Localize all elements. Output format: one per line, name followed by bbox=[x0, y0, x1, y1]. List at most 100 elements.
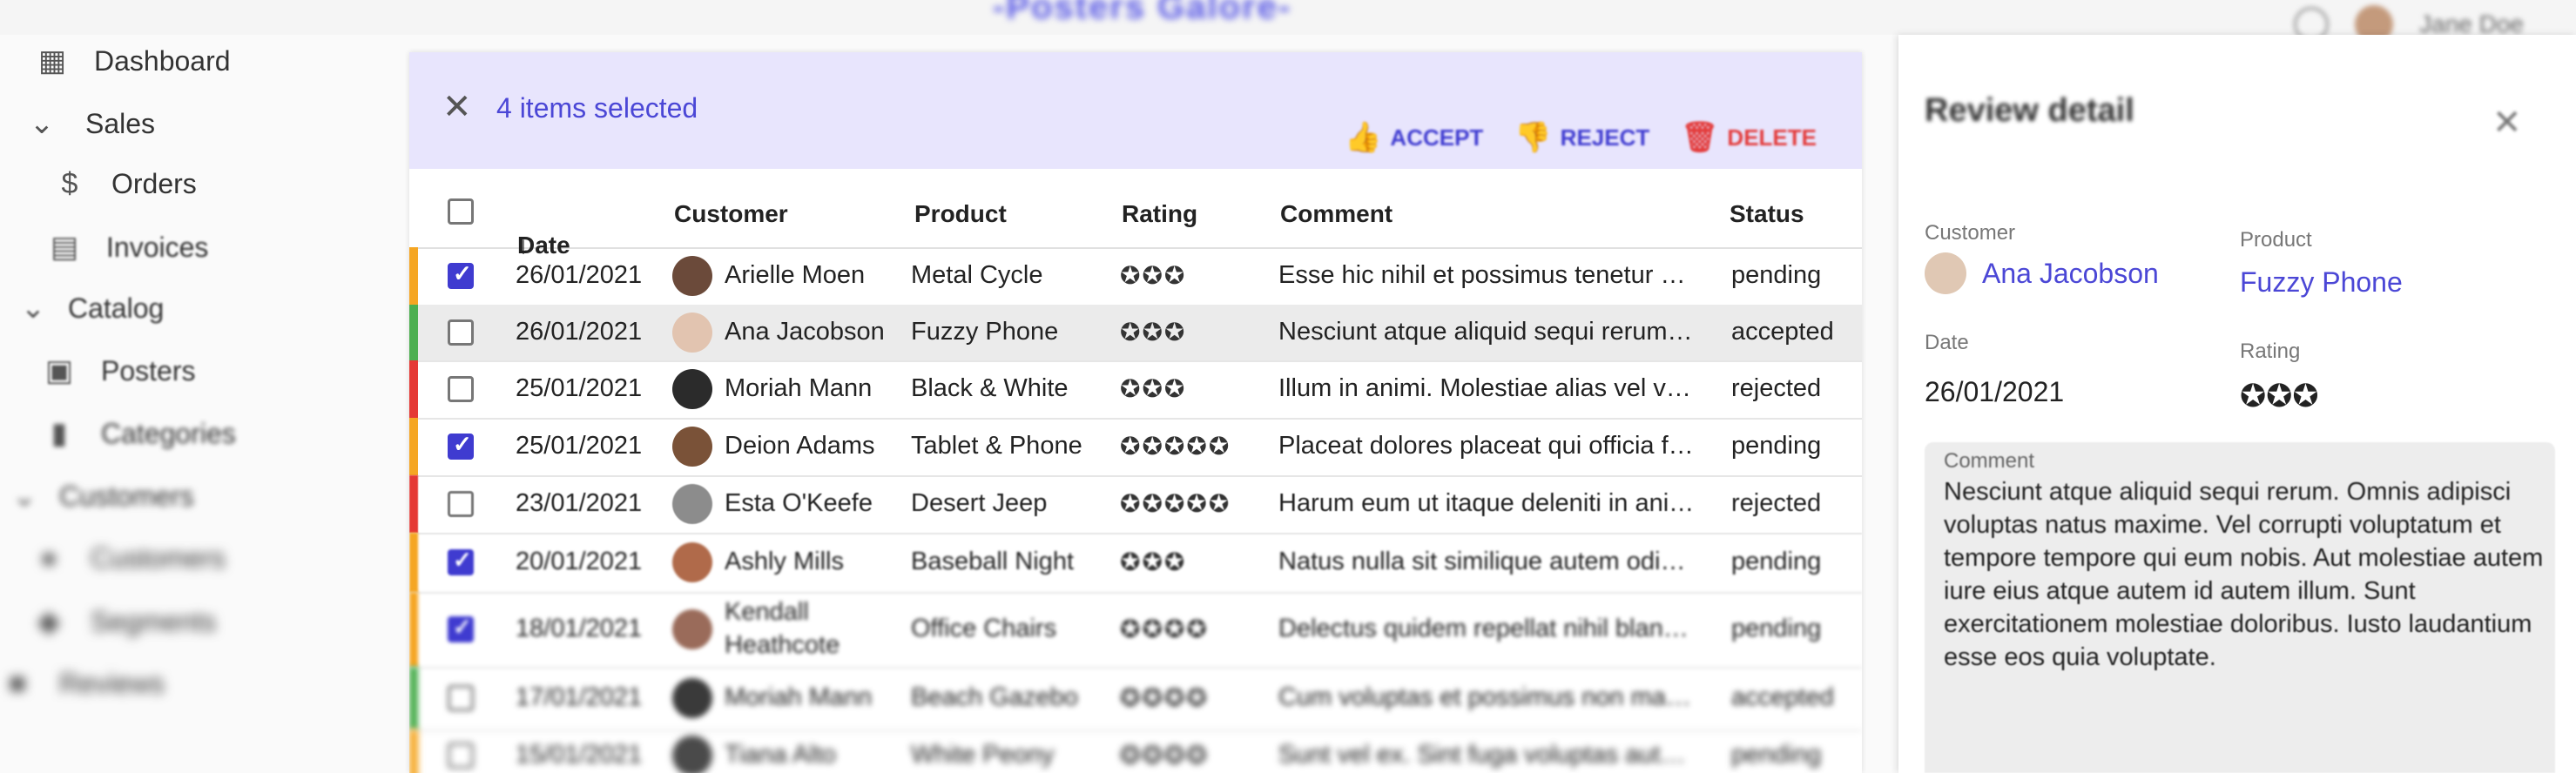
rating-stars: ✪✪✪✪✪ bbox=[1120, 490, 1231, 517]
customer-link[interactable]: Moriah Mann bbox=[725, 683, 872, 712]
customer-link[interactable]: Ana Jacobson bbox=[725, 318, 885, 346]
customer-link[interactable]: Moriah Mann bbox=[725, 374, 872, 403]
select-all-checkbox[interactable] bbox=[448, 198, 474, 225]
sidebar-item-label: Catalog bbox=[68, 292, 165, 324]
rating-stars: ✪✪✪✪ bbox=[1120, 615, 1209, 642]
sidebar-item-customers-group[interactable]: ⌄ Customers bbox=[7, 479, 194, 514]
product-link[interactable]: Fuzzy Phone bbox=[2240, 266, 2403, 299]
status-cell: pending bbox=[1731, 741, 1822, 769]
row-checkbox[interactable] bbox=[448, 491, 474, 517]
sidebar-item-orders[interactable]: $ Orders bbox=[52, 167, 197, 201]
row-checkbox[interactable] bbox=[448, 743, 474, 769]
invoices-icon: ▤ bbox=[50, 231, 79, 264]
row-checkbox[interactable] bbox=[448, 685, 474, 711]
close-icon[interactable]: ✕ bbox=[442, 87, 472, 127]
date-cell: 26/01/2021 bbox=[516, 261, 643, 289]
product-cell: Metal Cycle bbox=[911, 261, 1043, 289]
date-cell: 18/01/2021 bbox=[516, 615, 643, 642]
customer-avatar bbox=[672, 427, 712, 467]
trash-icon: 🗑 bbox=[1681, 121, 1719, 154]
row-checkbox[interactable] bbox=[448, 547, 474, 575]
close-icon[interactable]: ✕ bbox=[2492, 103, 2522, 143]
comment-field[interactable]: Comment Nesciunt atque aliquid sequi rer… bbox=[1925, 442, 2555, 773]
sidebar-item-label: Reviews bbox=[59, 668, 165, 699]
rating-stars: ✪✪✪✪✪ bbox=[1120, 433, 1231, 460]
comment-text: Nesciunt atque aliquid sequi rerum. Omni… bbox=[1944, 478, 2544, 671]
sidebar-item-segments[interactable]: ◆ Segments bbox=[31, 604, 216, 639]
selected-count: 4 items selected bbox=[496, 92, 698, 124]
customer-label: Customer bbox=[1925, 221, 2016, 245]
sidebar-item-sales[interactable]: ⌄ Sales bbox=[24, 106, 155, 141]
row-checkbox[interactable] bbox=[448, 376, 474, 402]
sidebar-item-reviews[interactable]: ■ Reviews bbox=[0, 667, 165, 701]
row-checkbox[interactable] bbox=[448, 614, 474, 642]
customer-link[interactable]: Ashly Mills bbox=[725, 548, 844, 576]
table-row[interactable]: 15/01/2021 Tiana Alto White Peony ✪✪✪✪ Sunt … bbox=[409, 729, 1862, 773]
column-header-product[interactable]: Product bbox=[914, 200, 1007, 228]
table-row[interactable]: 23/01/2021 Esta O'Keefe Desert Jeep ✪✪✪✪✪ Ha… bbox=[409, 475, 1862, 534]
customer-avatar bbox=[672, 678, 712, 718]
customer-avatar bbox=[672, 609, 712, 649]
customer-avatar bbox=[672, 736, 712, 773]
product-cell: Beach Gazebo bbox=[911, 683, 1078, 711]
customer-link[interactable]: Deion Adams bbox=[725, 432, 875, 460]
bookmark-icon: ▮ bbox=[51, 417, 68, 450]
row-checkbox[interactable] bbox=[448, 431, 474, 460]
status-stripe bbox=[409, 418, 418, 475]
rating-stars: ✪✪✪✪ bbox=[1120, 742, 1209, 769]
column-header-rating[interactable]: Rating bbox=[1122, 200, 1197, 228]
rating-stars: ✪✪✪ bbox=[1120, 548, 1187, 575]
app-bar: -Posters Galore- Jane Doe bbox=[0, 0, 2576, 44]
customer-link[interactable]: Esta O'Keefe bbox=[725, 489, 873, 518]
sidebar-item-customers[interactable]: ● Customers bbox=[31, 541, 226, 575]
sidebar-item-dashboard[interactable]: ▦ Dashboard bbox=[35, 44, 231, 78]
table-row[interactable]: 20/01/2021 Ashly Mills Baseball Night ✪✪✪ Na… bbox=[409, 533, 1862, 594]
bulk-actions-toolbar: ✕ 4 items selected 👍 ACCEPT 👎 REJECT 🗑 DELE… bbox=[409, 52, 1862, 169]
product-cell: White Peony bbox=[911, 741, 1055, 769]
sidebar-item-posters[interactable]: ▣ Posters bbox=[42, 353, 196, 388]
date-cell: 26/01/2021 bbox=[516, 318, 643, 346]
table-row[interactable]: 18/01/2021 Kendall Heathcote Office Chairs… bbox=[409, 592, 1862, 669]
row-checkbox[interactable] bbox=[448, 260, 474, 289]
sidebar-item-label: Customers bbox=[91, 542, 226, 574]
customer-link[interactable]: Arielle Moen bbox=[725, 261, 865, 290]
delete-button[interactable]: 🗑 DELETE bbox=[1681, 120, 1817, 155]
row-checkbox[interactable] bbox=[448, 319, 474, 346]
sidebar-item-categories[interactable]: ▮ Categories bbox=[42, 416, 236, 451]
delete-label: DELETE bbox=[1727, 124, 1817, 151]
sidebar-item-label: Segments bbox=[91, 605, 217, 637]
posters-icon: ▣ bbox=[44, 354, 74, 387]
column-header-status[interactable]: Status bbox=[1730, 200, 1804, 228]
rating-stars: ✪✪✪✪ bbox=[1120, 684, 1209, 711]
column-header-comment[interactable]: Comment bbox=[1280, 200, 1393, 228]
table-row[interactable]: 26/01/2021 Arielle Moen Metal Cycle ✪✪✪ Esse… bbox=[409, 247, 1862, 306]
date-cell: 25/01/2021 bbox=[516, 374, 643, 402]
comment-cell: Nesciunt atque aliquid sequi rerum. O... bbox=[1278, 318, 1696, 346]
people-icon: ● bbox=[39, 541, 58, 575]
product-cell: Fuzzy Phone bbox=[911, 318, 1059, 346]
date-cell: 15/01/2021 bbox=[516, 741, 643, 769]
accept-button[interactable]: 👍 ACCEPT bbox=[1345, 120, 1483, 155]
reject-button[interactable]: 👎 REJECT bbox=[1514, 120, 1649, 155]
table-row[interactable]: 17/01/2021 Moriah Mann Beach Gazebo ✪✪✪✪ Cum… bbox=[409, 667, 1862, 731]
status-stripe bbox=[409, 360, 418, 418]
customer-link[interactable]: Tiana Alto bbox=[725, 741, 836, 770]
dashboard-icon: ▦ bbox=[37, 44, 67, 77]
table-row[interactable]: 26/01/2021 Ana Jacobson Fuzzy Phone ✪✪✪ Nesc… bbox=[409, 305, 1862, 362]
accept-label: ACCEPT bbox=[1390, 124, 1484, 151]
column-header-customer[interactable]: Customer bbox=[674, 200, 788, 228]
table-row[interactable]: 25/01/2021 Deion Adams Tablet & Phone ✪✪✪✪✪… bbox=[409, 418, 1862, 477]
panel-title: Review detail bbox=[1925, 92, 2134, 129]
status-cell: accepted bbox=[1731, 683, 1834, 711]
rating-stars: ✪✪✪ bbox=[1120, 319, 1187, 346]
customer-link[interactable]: Kendall Heathcote bbox=[725, 595, 846, 662]
comment-cell: Delectus quidem repellat nihil blanditi.… bbox=[1278, 615, 1696, 642]
sidebar-item-invoices[interactable]: ▤ Invoices bbox=[47, 230, 208, 265]
rating-stars: ✪✪✪ bbox=[1120, 262, 1187, 289]
comment-cell: Harum eum ut itaque deleniti in animi ..… bbox=[1278, 489, 1696, 517]
customer-link[interactable]: Ana Jacobson bbox=[1982, 258, 2159, 290]
product-cell: Tablet & Phone bbox=[911, 432, 1082, 460]
table-row[interactable]: 25/01/2021 Moriah Mann Black & White ✪✪✪ Ill… bbox=[409, 360, 1862, 420]
sidebar-item-catalog[interactable]: ⌄ Catalog bbox=[16, 291, 165, 326]
rating-stars: ✪✪✪ bbox=[1120, 375, 1187, 402]
